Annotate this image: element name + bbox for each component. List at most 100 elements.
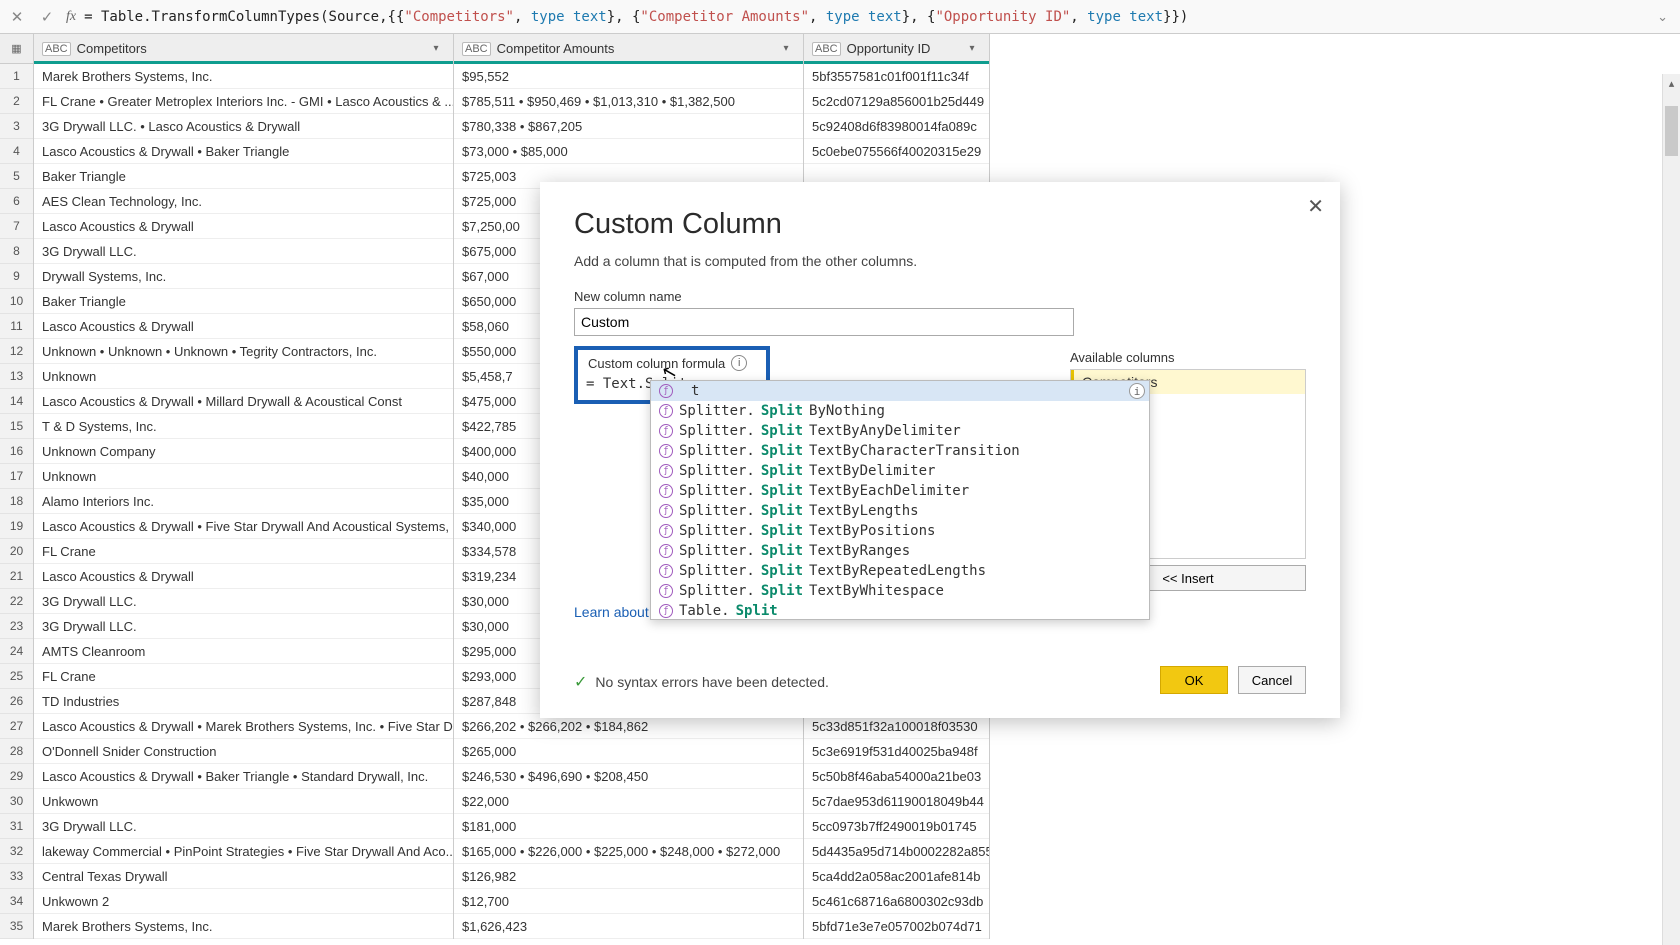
row-number[interactable]: 32: [0, 839, 33, 864]
accept-formula-icon[interactable]: ✓: [36, 6, 58, 28]
cell-amounts[interactable]: $1,626,423: [454, 914, 803, 939]
cell-competitors[interactable]: O'Donnell Snider Construction: [34, 739, 453, 764]
row-number[interactable]: 27: [0, 714, 33, 739]
column-header-amounts[interactable]: ABC Competitor Amounts ▾: [454, 34, 803, 64]
intellisense-item[interactable]: ƒSplitter.SplitTextByAnyDelimiter: [651, 421, 1149, 441]
row-number[interactable]: 7: [0, 214, 33, 239]
cell-competitors[interactable]: 3G Drywall LLC. • Lasco Acoustics & Dryw…: [34, 114, 453, 139]
cell-competitors[interactable]: Marek Brothers Systems, Inc.: [34, 914, 453, 939]
row-number[interactable]: 34: [0, 889, 33, 914]
cell-competitors[interactable]: lakeway Commercial • PinPoint Strategies…: [34, 839, 453, 864]
cell-competitors[interactable]: Unknown Company: [34, 439, 453, 464]
scroll-thumb[interactable]: [1665, 106, 1678, 156]
cell-competitors[interactable]: Drywall Systems, Inc.: [34, 264, 453, 289]
cell-competitors[interactable]: T & D Systems, Inc.: [34, 414, 453, 439]
cell-competitors[interactable]: Alamo Interiors Inc.: [34, 489, 453, 514]
cell-amounts[interactable]: $785,511 • $950,469 • $1,013,310 • $1,38…: [454, 89, 803, 114]
formula-text[interactable]: = Table.TransformColumnTypes(Source,{{"C…: [84, 9, 1643, 25]
cancel-formula-icon[interactable]: ✕: [6, 6, 28, 28]
close-icon[interactable]: ✕: [1307, 194, 1324, 219]
row-number[interactable]: 10: [0, 289, 33, 314]
cell-competitors[interactable]: Lasco Acoustics & Drywall • Baker Triang…: [34, 139, 453, 164]
row-number[interactable]: 29: [0, 764, 33, 789]
cell-competitors[interactable]: Lasco Acoustics & Drywall: [34, 214, 453, 239]
row-number[interactable]: 33: [0, 864, 33, 889]
cell-competitors[interactable]: Baker Triangle: [34, 289, 453, 314]
cell-competitors[interactable]: Unkwown: [34, 789, 453, 814]
info-icon[interactable]: i: [1129, 383, 1145, 399]
cell-amounts[interactable]: $165,000 • $226,000 • $225,000 • $248,00…: [454, 839, 803, 864]
cell-competitors[interactable]: Unknown: [34, 464, 453, 489]
cell-competitors[interactable]: FL Crane: [34, 539, 453, 564]
intellisense-item[interactable]: ƒSplitter.SplitTextByEachDelimiter: [651, 481, 1149, 501]
cell-competitors[interactable]: Baker Triangle: [34, 164, 453, 189]
row-number[interactable]: 16: [0, 439, 33, 464]
cell-competitors[interactable]: Lasco Acoustics & Drywall • Millard Dryw…: [34, 389, 453, 414]
row-number[interactable]: 19: [0, 514, 33, 539]
intellisense-item[interactable]: ƒ t: [651, 381, 1149, 401]
ok-button[interactable]: OK: [1160, 666, 1228, 694]
vertical-scrollbar[interactable]: ▴: [1662, 74, 1680, 945]
cell-amounts[interactable]: $22,000: [454, 789, 803, 814]
expand-formula-icon[interactable]: ⌄: [1651, 9, 1674, 25]
intellisense-item[interactable]: ƒSplitter.SplitTextByCharacterTransition: [651, 441, 1149, 461]
cell-competitors[interactable]: FL Crane • Greater Metroplex Interiors I…: [34, 89, 453, 114]
cell-competitors[interactable]: Lasco Acoustics & Drywall • Marek Brothe…: [34, 714, 453, 739]
cell-competitors[interactable]: Unknown • Unknown • Unknown • Tegrity Co…: [34, 339, 453, 364]
column-filter-icon[interactable]: ▾: [427, 43, 445, 54]
row-number[interactable]: 23: [0, 614, 33, 639]
cell-competitors[interactable]: Lasco Acoustics & Drywall: [34, 564, 453, 589]
cell-opportunity-id[interactable]: 5d4435a95d714b0002282a855: [804, 839, 989, 864]
cell-competitors[interactable]: 3G Drywall LLC.: [34, 614, 453, 639]
cell-competitors[interactable]: Unkwown 2: [34, 889, 453, 914]
row-number[interactable]: 30: [0, 789, 33, 814]
intellisense-item[interactable]: ƒTable.Split: [651, 601, 1149, 620]
intellisense-item[interactable]: ƒSplitter.SplitTextByPositions: [651, 521, 1149, 541]
cell-competitors[interactable]: AMTS Cleanroom: [34, 639, 453, 664]
cell-opportunity-id[interactable]: 5c2cd07129a856001b25d449: [804, 89, 989, 114]
row-number[interactable]: 6: [0, 189, 33, 214]
row-number[interactable]: 15: [0, 414, 33, 439]
row-number[interactable]: 3: [0, 114, 33, 139]
cell-amounts[interactable]: $95,552: [454, 64, 803, 89]
cell-competitors[interactable]: Central Texas Drywall: [34, 864, 453, 889]
row-number[interactable]: 13: [0, 364, 33, 389]
row-number[interactable]: 24: [0, 639, 33, 664]
column-filter-icon[interactable]: ▾: [963, 43, 981, 54]
row-number[interactable]: 9: [0, 264, 33, 289]
row-number[interactable]: 5: [0, 164, 33, 189]
cell-competitors[interactable]: Unknown: [34, 364, 453, 389]
cell-opportunity-id[interactable]: 5c50b8f46aba54000a21be03: [804, 764, 989, 789]
scroll-up-icon[interactable]: ▴: [1663, 74, 1680, 92]
row-number[interactable]: 22: [0, 589, 33, 614]
cancel-button[interactable]: Cancel: [1238, 666, 1306, 694]
select-all-corner[interactable]: ▦: [0, 34, 33, 64]
new-column-name-input[interactable]: [574, 308, 1074, 336]
row-number[interactable]: 35: [0, 914, 33, 939]
info-icon[interactable]: i: [731, 355, 747, 371]
row-number[interactable]: 18: [0, 489, 33, 514]
cell-competitors[interactable]: Lasco Acoustics & Drywall: [34, 314, 453, 339]
intellisense-item[interactable]: ƒSplitter.SplitTextByLengths: [651, 501, 1149, 521]
cell-opportunity-id[interactable]: 5c7dae953d61190018049b44: [804, 789, 989, 814]
row-number[interactable]: 25: [0, 664, 33, 689]
cell-opportunity-id[interactable]: 5c3e6919f531d40025ba948f: [804, 739, 989, 764]
fx-icon[interactable]: fx: [66, 9, 76, 25]
cell-competitors[interactable]: TD Industries: [34, 689, 453, 714]
cell-competitors[interactable]: Lasco Acoustics & Drywall • Five Star Dr…: [34, 514, 453, 539]
row-number[interactable]: 28: [0, 739, 33, 764]
row-number[interactable]: 11: [0, 314, 33, 339]
cell-opportunity-id[interactable]: 5bfd71e3e7e057002b074d71: [804, 914, 989, 939]
intellisense-item[interactable]: ƒSplitter.SplitTextByRanges: [651, 541, 1149, 561]
cell-amounts[interactable]: $12,700: [454, 889, 803, 914]
cell-opportunity-id[interactable]: 5cc0973b7ff2490019b01745: [804, 814, 989, 839]
row-number[interactable]: 26: [0, 689, 33, 714]
column-header-competitors[interactable]: ABC Competitors ▾: [34, 34, 453, 64]
row-number[interactable]: 31: [0, 814, 33, 839]
column-header-opportunity-id[interactable]: ABC Opportunity ID ▾: [804, 34, 989, 64]
row-number[interactable]: 8: [0, 239, 33, 264]
cell-competitors[interactable]: AES Clean Technology, Inc.: [34, 189, 453, 214]
row-number[interactable]: 14: [0, 389, 33, 414]
row-number[interactable]: 1: [0, 64, 33, 89]
row-number[interactable]: 21: [0, 564, 33, 589]
